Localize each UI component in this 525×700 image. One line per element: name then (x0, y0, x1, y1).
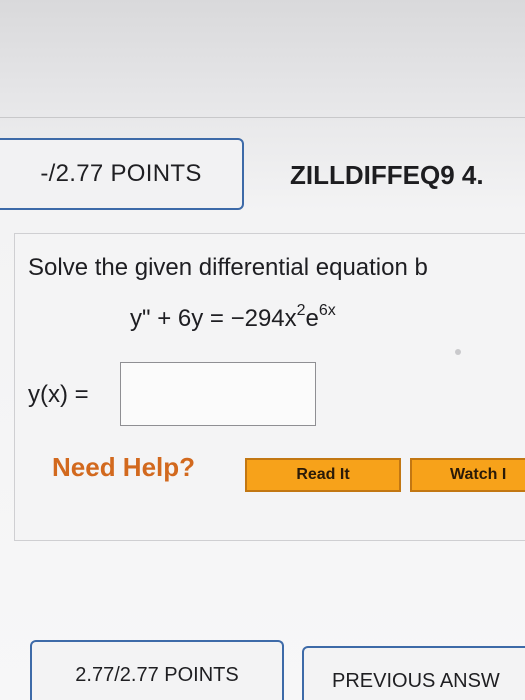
equation-x-exponent: 2 (296, 302, 306, 319)
previous-answers-label: PREVIOUS ANSW (332, 670, 500, 692)
answer-label: y(x) = (28, 381, 89, 408)
question-instructions: Solve the given differential equation b (28, 254, 428, 281)
read-it-button[interactable]: Read It (245, 458, 401, 492)
next-points-box: 2.77/2.77 POINTS (30, 640, 284, 700)
next-points-label: 2.77/2.77 POINTS (75, 664, 239, 686)
problem-id: ZILLDIFFEQ9 4. (290, 160, 484, 190)
need-help-label: Need Help? (52, 452, 196, 482)
points-label: -/2.77 POINTS (40, 160, 202, 187)
divider (0, 117, 525, 118)
watch-it-button[interactable]: Watch I (410, 458, 525, 492)
equation-base: e (305, 305, 319, 332)
differential-equation: y" + 6y = −294x2e6x (130, 302, 336, 333)
equation-coefficient: −294x (230, 305, 297, 332)
previous-answers-button[interactable]: PREVIOUS ANSW (302, 646, 525, 700)
equation-lhs: y" + 6y = (130, 305, 231, 332)
stray-dot (455, 349, 461, 355)
equation-e-exponent: 6x (318, 302, 336, 319)
points-box: -/2.77 POINTS (0, 138, 244, 210)
answer-input[interactable] (120, 362, 316, 426)
page: -/2.77 POINTS ZILLDIFFEQ9 4. Solve the g… (0, 0, 525, 700)
